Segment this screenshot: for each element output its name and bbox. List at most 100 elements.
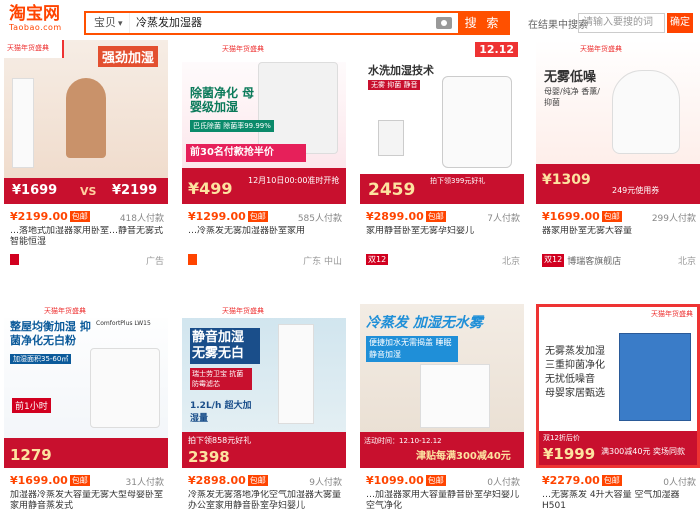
price-value: ¥1099.00 [366, 474, 424, 487]
product-image[interactable]: 天猫年货盛典 静音加湿 无雾无白 瑞士劳卫宝 抗菌防霉滤芯 1.2L/h 超大加… [182, 304, 346, 468]
price-value: ¥1299.00 [188, 210, 246, 223]
location: 北京 [677, 257, 696, 267]
product-title[interactable]: 冷蒸发无雾落地净化空气加湿器大雾量办公室家用静音卧室孕妇婴儿 [188, 490, 344, 514]
search-input[interactable]: 冷蒸发加湿器 [130, 13, 436, 33]
banner-text: 无雾蒸发加湿 三重抑菌净化 无扰低噪音 母婴家居甄选 [545, 346, 605, 399]
festival-badge: 天猫年货盛典 [651, 310, 693, 318]
product-card[interactable]: 冷蒸发 加湿无水雾 便捷加水无需揭盖 睡眠静音加湿 活动时间：12.10-12.… [358, 304, 526, 511]
humidifier-illustration [612, 70, 680, 154]
sales-count: 7人付款 [487, 214, 520, 224]
product-title[interactable]: …落地式加湿器家用卧室…静音无雾式智能恒湿 [10, 226, 166, 250]
product-image[interactable]: 天猫年货盛典 强劲加湿 ¥1699 VS ¥2199 [4, 40, 168, 204]
banner-text: 整屋均衡加湿 抑菌净化无白粉 [10, 320, 91, 347]
search-category-dropdown[interactable]: 宝贝 [86, 13, 130, 33]
product-image[interactable]: 天猫年货盛典 无雾低噪 母婴/纯净 香薰/抑菌 ¥1309 249元使用券 [536, 40, 700, 204]
tag-double12: 双12 [542, 254, 565, 267]
tags [10, 254, 20, 265]
humidifier-illustration [278, 324, 314, 424]
product-card[interactable]: 天猫年货盛典 强劲加湿 ¥1699 VS ¥2199 ¥2199.00 包邮 41… [2, 40, 170, 267]
product-image[interactable]: 天猫年货盛典 除菌净化 母婴级加湿 巴氏除菌 除菌率99.99% 前30名付款抢… [182, 40, 346, 204]
sub-text: 无雾 抑菌 静音 [368, 80, 421, 90]
humidifier-illustration [619, 333, 691, 421]
image-price: 2398 [188, 448, 230, 466]
product-title[interactable]: 家用静音卧室无雾孕妇婴儿 [366, 226, 522, 250]
product-card[interactable]: 天猫年货盛典 除菌净化 母婴级加湿 巴氏除菌 除菌率99.99% 前30名付款抢… [180, 40, 348, 267]
promo-text: 津贴每满300减40元 [416, 451, 511, 462]
product-card[interactable]: 12.12 水洗加湿技术 无雾 抑菌 静音 2459 拍下领399元好礼 ¥28… [358, 40, 526, 267]
tag-double12 [10, 254, 20, 265]
product-image[interactable]: 12.12 水洗加湿技术 无雾 抑菌 静音 2459 拍下领399元好礼 [360, 40, 524, 204]
banner-text: 静音加湿 无雾无白 [190, 328, 260, 364]
free-shipping-badge: 包邮 [69, 475, 90, 486]
search-bar: 宝贝 冷蒸发加湿器 搜 索 [84, 11, 510, 35]
product-card[interactable]: 天猫年货盛典 静音加湿 无雾无白 瑞士劳卫宝 抗菌防霉滤芯 1.2L/h 超大加… [180, 304, 348, 511]
tag-hot [188, 254, 198, 265]
price-value: ¥1699.00 [542, 210, 600, 223]
sub-text: 便捷加水无需揭盖 睡眠静音加湿 [366, 336, 458, 362]
product-title[interactable]: …无雾蒸发 4升大容量 空气加湿器 H501 [542, 490, 698, 514]
location: 北京 [501, 257, 520, 267]
location: 广东 中山 [303, 257, 342, 267]
free-shipping-badge: 包邮 [425, 475, 446, 486]
image-price: ¥1999 [543, 445, 596, 463]
filter-illustration [378, 120, 404, 156]
free-shipping-badge: 包邮 [601, 211, 622, 222]
price-value: ¥2199.00 [10, 210, 68, 223]
tags: 双12 博瑞客旗舰店 [542, 254, 621, 267]
result-confirm-button[interactable]: 确定 [667, 13, 693, 33]
event-date: 活动时间：12.10-12.12 [364, 437, 442, 445]
festival-badge: 天猫年货盛典 [182, 304, 346, 318]
product-price: ¥2899.00 包邮 [366, 210, 446, 223]
price-value: ¥2898.00 [188, 474, 246, 487]
promo-text: 拍下领399元好礼 [430, 177, 486, 185]
product-image[interactable]: 天猫年货盛典 无雾蒸发加湿 三重抑菌净化 无扰低噪音 母婴家居甄选 双12折后价… [536, 304, 700, 468]
shop-name[interactable]: 博瑞客旗舰店 [567, 254, 621, 267]
banner-text: 除菌净化 母婴级加湿 [190, 86, 255, 114]
price-value: ¥2279.00 [542, 474, 600, 487]
banner-text: 水洗加湿技术 [368, 64, 434, 77]
logo-text: 淘宝网 [9, 4, 60, 24]
humidifier-illustration [420, 364, 490, 428]
search-button[interactable]: 搜 索 [458, 13, 508, 33]
sales-count: 299人付款 [651, 214, 696, 224]
product-card[interactable]: 天猫年货盛典 整屋均衡加湿 抑菌净化无白粉 加湿面积35-60㎡ Comfort… [2, 304, 170, 511]
image-price: ¥499 [188, 179, 233, 198]
image-price: 1279 [10, 446, 52, 464]
sales-count: 0人付款 [487, 478, 520, 488]
product-image[interactable]: 冷蒸发 加湿无水雾 便捷加水无需揭盖 睡眠静音加湿 活动时间：12.10-12.… [360, 304, 524, 468]
taobao-logo[interactable]: 淘宝网 Taobao.com [9, 4, 62, 33]
sales-count: 585人付款 [297, 214, 342, 224]
product-image[interactable]: 天猫年货盛典 整屋均衡加湿 抑菌净化无白粉 加湿面积35-60㎡ Comfort… [4, 304, 168, 468]
product-card[interactable]: 天猫年货盛典 无雾蒸发加湿 三重抑菌净化 无扰低噪音 母婴家居甄选 双12折后价… [534, 304, 700, 511]
humidifier-illustration [258, 62, 338, 154]
image-price-2: ¥2199 [112, 183, 158, 198]
product-price: ¥2898.00 包邮 [188, 474, 268, 487]
event-date: 12月10日00:00准时开抢 [248, 176, 340, 185]
humidifier-illustration [90, 348, 160, 428]
promo-banner: 前30名付款抢半价 [186, 144, 306, 162]
product-title[interactable]: …加湿器家用大容量静音卧室孕妇婴儿空气净化 [366, 490, 522, 514]
festival-badge: 天猫年货盛典 [4, 40, 64, 58]
product-title[interactable]: …冷蒸发无雾加湿器卧室家用 [188, 226, 344, 250]
promo-badge: 前1小时 [12, 398, 51, 413]
sales-count: 418人付款 [119, 214, 164, 224]
title-prefix: …落地式加湿器家用卧室 [10, 226, 110, 236]
ad-label: 广告 [145, 257, 164, 267]
sales-count: 31人付款 [125, 478, 164, 488]
product-price: ¥2199.00 包邮 [10, 210, 90, 223]
product-card[interactable]: 天猫年货盛典 无雾低噪 母婴/纯净 香薰/抑菌 ¥1309 249元使用券 ¥1… [534, 40, 700, 267]
humidifier-illustration [442, 76, 512, 168]
tag-double12: 双12 [366, 254, 389, 265]
product-title[interactable]: 加湿器冷蒸发大容量无雾大型母婴卧室家用静音蒸发式 [10, 490, 166, 514]
sub-text: 母婴/纯净 香薰/抑菌 [544, 87, 600, 107]
image-price: ¥1309 [542, 172, 591, 188]
model-label: ComfortPlus LW15 [96, 320, 151, 327]
festival-badge: 天猫年货盛典 [182, 40, 346, 62]
result-search-input[interactable]: 请输入要搜的词 [578, 13, 665, 33]
free-shipping-badge: 包邮 [425, 211, 446, 222]
spec-text: 1.2L/h 超大加湿量 [190, 401, 252, 424]
banner-text: 冷蒸发 加湿无水雾 [366, 315, 483, 331]
product-title[interactable]: 器家用卧室无雾大容量 [542, 226, 698, 250]
tags [188, 254, 198, 265]
camera-icon[interactable] [436, 17, 452, 29]
